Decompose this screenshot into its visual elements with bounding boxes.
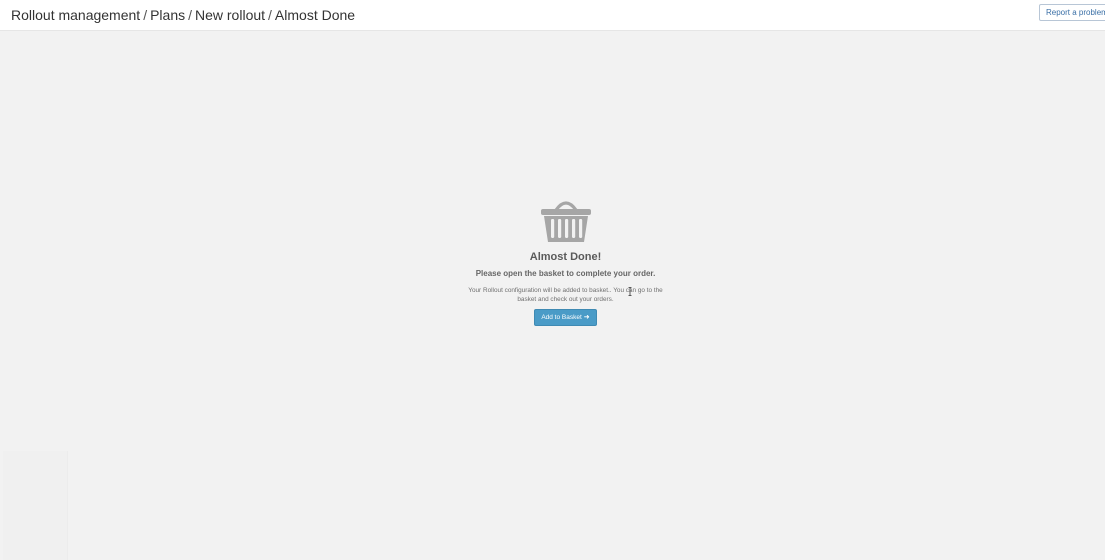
breadcrumb-separator: /: [143, 7, 148, 23]
breadcrumb-item-rollout-management[interactable]: Rollout management: [11, 7, 140, 23]
description-text: Your Rollout configuration will be added…: [468, 287, 663, 303]
breadcrumb-item-almost-done: Almost Done: [274, 7, 356, 23]
report-problem-button[interactable]: Report a problem: [1039, 4, 1105, 21]
almost-done-panel: Almost Done! Please open the basket to c…: [465, 196, 666, 326]
add-to-basket-label: Add to Basket: [541, 314, 582, 321]
breadcrumb-separator: /: [188, 7, 192, 23]
basket-icon: [540, 201, 591, 242]
breadcrumb-item-plans[interactable]: Plans: [150, 7, 185, 23]
add-to-basket-button[interactable]: Add to Basket ➜: [534, 309, 597, 326]
text-cursor-icon: [628, 287, 632, 296]
breadcrumb-separator: /: [268, 7, 272, 23]
arrow-right-icon: ➜: [583, 314, 590, 321]
sidebar: [0, 31, 70, 560]
sidebar-panel: [3, 451, 68, 560]
breadcrumb: Rollout management / Plans / New rollout / Alm…: [11, 6, 355, 24]
instruction-text: Please open the basket to complete your …: [475, 269, 656, 278]
page-heading: Almost Done!: [529, 251, 602, 263]
breadcrumb-item-new-rollout[interactable]: New rollout: [195, 7, 265, 23]
top-bar: Rollout management / Plans / New rollout / Alm…: [0, 0, 1105, 31]
